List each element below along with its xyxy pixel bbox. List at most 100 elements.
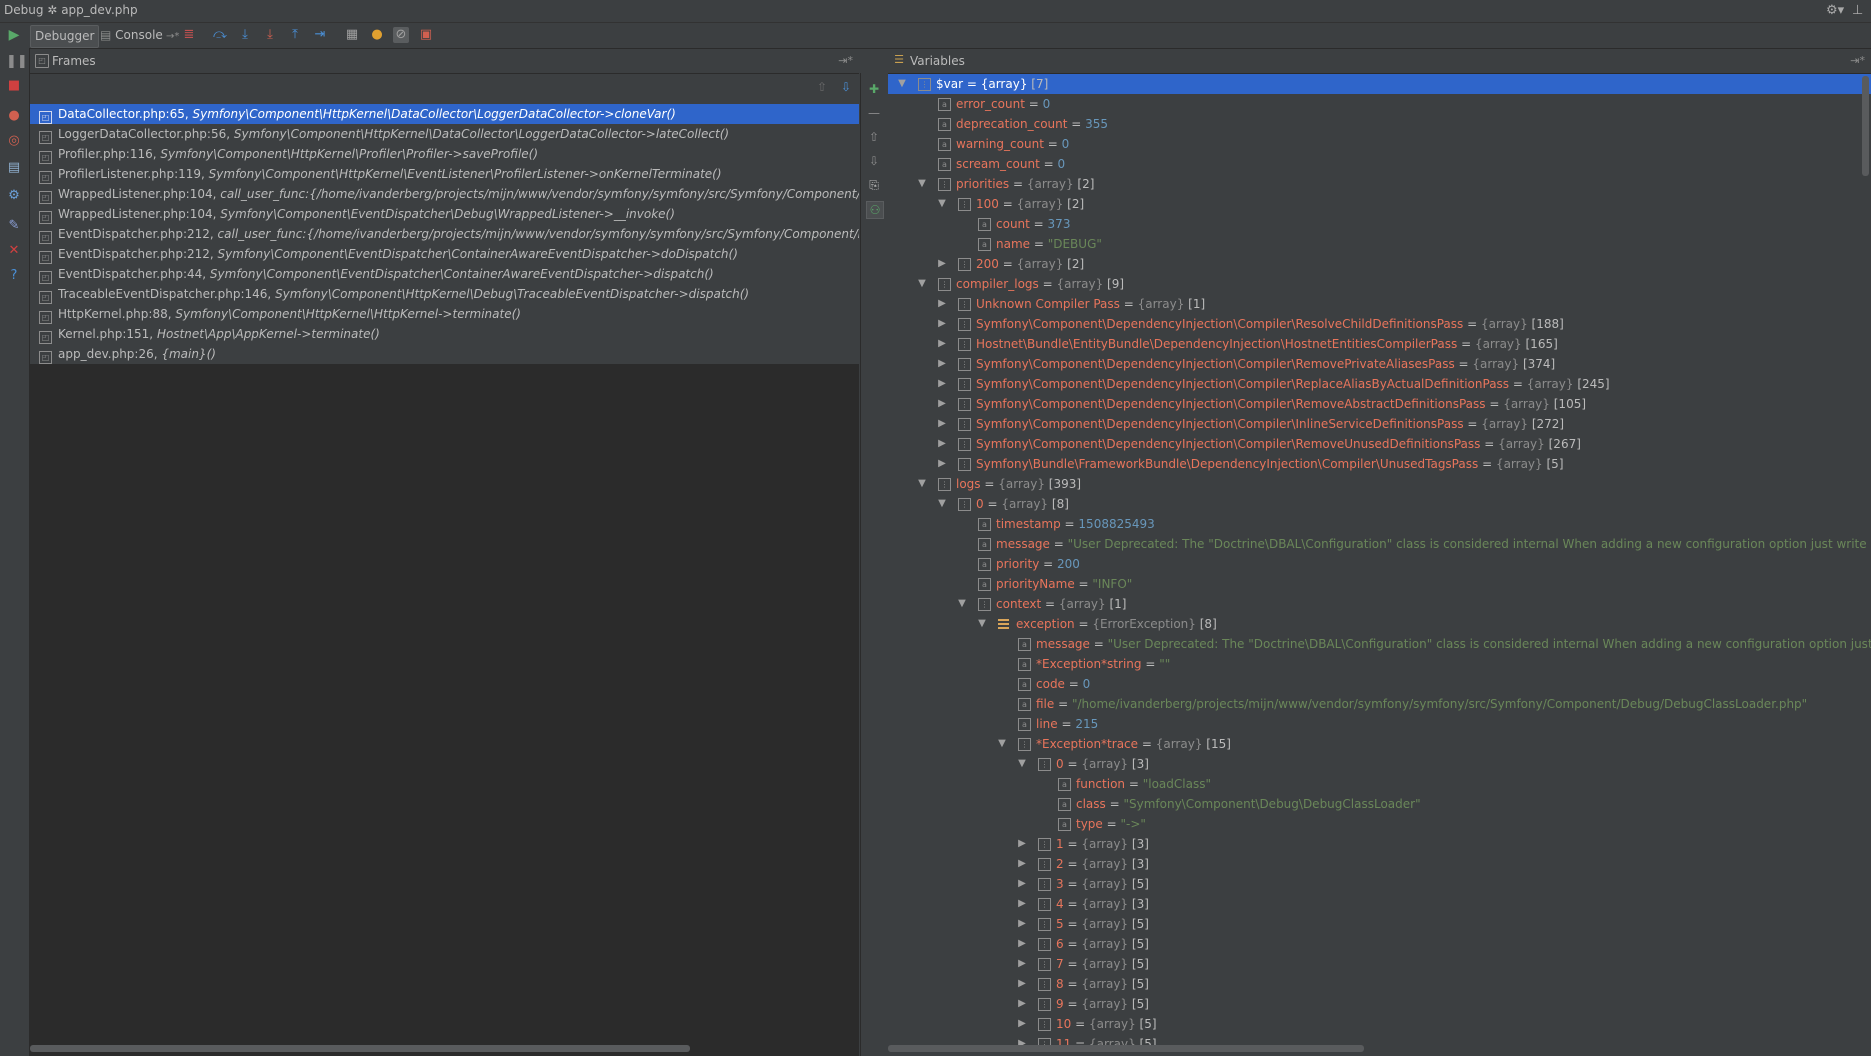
variable-row[interactable]: ▼ ⋮ logs = {array} [393] <box>888 474 1871 494</box>
variable-row[interactable]: ▼ ⋮ $var = {array} [7] <box>888 74 1871 94</box>
run-to-cursor-icon[interactable]: ⇥ <box>312 27 328 43</box>
frames-pin-icon[interactable]: ⇥* <box>838 54 853 67</box>
variable-row[interactable]: ▶ ⋮ Symfony\Component\DependencyInjection\… <box>888 414 1871 434</box>
frame-up-icon[interactable]: ⇧ <box>817 80 827 94</box>
variable-row[interactable]: ▼ ⋮ 100 = {array} [2] <box>888 194 1871 214</box>
variable-row[interactable]: ▶ ⋮ 200 = {array} [2] <box>888 254 1871 274</box>
variables-horizontal-scrollbar[interactable] <box>888 1045 1364 1052</box>
variable-row[interactable]: a deprecation_count = 355 <box>888 114 1871 134</box>
step-out-icon[interactable]: ⤒ <box>287 27 303 43</box>
variable-row[interactable]: ▶ ⋮ Symfony\Bundle\FrameworkBundle\Depende… <box>888 454 1871 474</box>
collapsed-arrow-icon[interactable]: ▶ <box>1016 854 1028 874</box>
frame-row[interactable]: ◰ DataCollector.php:65, Symfony\Component… <box>30 104 859 124</box>
collapsed-arrow-icon[interactable]: ▶ <box>1016 934 1028 954</box>
variable-row[interactable]: a name = "DEBUG" <box>888 234 1871 254</box>
restore-layout-icon[interactable]: ▣ <box>418 27 434 43</box>
watches-toggle-icon[interactable]: ⊘ <box>393 27 409 43</box>
frame-row[interactable]: ◰ WrappedListener.php:104, Symfony\Compon… <box>30 204 859 224</box>
collapsed-arrow-icon[interactable]: ▶ <box>1016 994 1028 1014</box>
variables-vertical-scrollbar[interactable] <box>1862 76 1869 176</box>
resume-icon[interactable]: ▶ <box>6 27 22 43</box>
variable-row[interactable]: ▶ ⋮ 7 = {array} [5] <box>888 954 1871 974</box>
collapsed-arrow-icon[interactable]: ▶ <box>936 434 948 454</box>
frame-row[interactable]: ◰ EventDispatcher.php:44, Symfony\Compone… <box>30 264 859 284</box>
variable-row[interactable]: ▶ ⋮ 3 = {array} [5] <box>888 874 1871 894</box>
frame-row[interactable]: ◰ HttpKernel.php:88, Symfony\Component\Ht… <box>30 304 859 324</box>
collapsed-arrow-icon[interactable]: ▶ <box>1016 874 1028 894</box>
variable-row[interactable]: a timestamp = 1508825493 <box>888 514 1871 534</box>
variable-row[interactable]: ▶ ⋮ 8 = {array} [5] <box>888 974 1871 994</box>
frame-row[interactable]: ◰ app_dev.php:26, {main}() <box>30 344 859 364</box>
collapsed-arrow-icon[interactable]: ▶ <box>936 254 948 274</box>
variable-row[interactable]: a function = "loadClass" <box>888 774 1871 794</box>
settings-icon[interactable]: ⚙ <box>6 188 22 204</box>
variable-row[interactable]: a count = 373 <box>888 214 1871 234</box>
variable-row[interactable]: ▶ ⋮ 9 = {array} [5] <box>888 994 1871 1014</box>
variable-row[interactable]: ▼ ⋮ context = {array} [1] <box>888 594 1871 614</box>
layout-icon[interactable]: ▤ <box>6 160 22 176</box>
collapsed-arrow-icon[interactable]: ▶ <box>936 294 948 314</box>
variable-row[interactable]: a code = 0 <box>888 674 1871 694</box>
expanded-arrow-icon[interactable]: ▼ <box>996 734 1008 754</box>
expanded-arrow-icon[interactable]: ▼ <box>956 594 968 614</box>
variable-row[interactable]: ▼ ⋮ 0 = {array} [3] <box>888 754 1871 774</box>
mute-breakpoints-icon[interactable]: ◎ <box>6 133 22 149</box>
variable-row[interactable]: a priority = 200 <box>888 554 1871 574</box>
collapsed-arrow-icon[interactable]: ▶ <box>1016 834 1028 854</box>
frame-row[interactable]: ◰ LoggerDataCollector.php:56, Symfony\Com… <box>30 124 859 144</box>
collapsed-arrow-icon[interactable]: ▶ <box>936 374 948 394</box>
new-watch-icon[interactable]: ✚ <box>866 81 882 97</box>
hide-panel-icon[interactable]: ⊥ <box>1852 3 1863 18</box>
collapsed-arrow-icon[interactable]: ▶ <box>936 314 948 334</box>
frame-row[interactable]: ◰ WrappedListener.php:104, call_user_func… <box>30 184 859 204</box>
collapsed-arrow-icon[interactable]: ▶ <box>936 454 948 474</box>
expanded-arrow-icon[interactable]: ▼ <box>976 614 988 634</box>
pause-icon[interactable]: ❚❚ <box>6 54 28 70</box>
settings-gear-icon[interactable]: ⚙▾ <box>1826 3 1844 18</box>
variable-row[interactable]: ▶ ⋮ 4 = {array} [3] <box>888 894 1871 914</box>
stop-debug-icon[interactable]: ■ <box>6 78 22 94</box>
frame-row[interactable]: ◰ Profiler.php:116, Symfony\Component\Htt… <box>30 144 859 164</box>
show-watches-icon[interactable]: ⚇ <box>866 201 884 219</box>
collapsed-arrow-icon[interactable]: ▶ <box>936 334 948 354</box>
variable-row[interactable]: ▼ exception = {ErrorException} [8] <box>888 614 1871 634</box>
expanded-arrow-icon[interactable]: ▼ <box>916 174 928 194</box>
tab-debugger[interactable]: Debugger <box>30 25 100 48</box>
frame-row[interactable]: ◰ ProfilerListener.php:119, Symfony\Compo… <box>30 164 859 184</box>
help-icon[interactable]: ? <box>6 268 22 284</box>
collapsed-arrow-icon[interactable]: ▶ <box>1016 914 1028 934</box>
variable-row[interactable]: a error_count = 0 <box>888 94 1871 114</box>
frame-row[interactable]: ◰ TraceableEventDispatcher.php:146, Symfo… <box>30 284 859 304</box>
variable-row[interactable]: a file = "/home/ivanderberg/projects/mijn… <box>888 694 1871 714</box>
variable-row[interactable]: ▶ ⋮ Unknown Compiler Pass = {array} [1] <box>888 294 1871 314</box>
view-breakpoints-icon[interactable]: ● <box>6 108 22 124</box>
frames-horizontal-scrollbar[interactable] <box>30 1045 690 1052</box>
expanded-arrow-icon[interactable]: ▼ <box>936 194 948 214</box>
frame-row[interactable]: ◰ EventDispatcher.php:212, call_user_func… <box>30 224 859 244</box>
frame-row[interactable]: ◰ EventDispatcher.php:212, Symfony\Compon… <box>30 244 859 264</box>
variable-row[interactable]: ▼ ⋮ priorities = {array} [2] <box>888 174 1871 194</box>
collapsed-arrow-icon[interactable]: ▶ <box>1016 954 1028 974</box>
variable-row[interactable]: a *Exception*string = "" <box>888 654 1871 674</box>
variable-row[interactable]: ▶ ⋮ Symfony\Component\DependencyInjection\… <box>888 374 1871 394</box>
stop-icon[interactable]: ● <box>369 27 385 43</box>
pin-tab-icon[interactable]: ✎ <box>6 218 22 234</box>
tab-console[interactable]: ▤ Console →* <box>96 25 183 46</box>
variable-row[interactable]: ▶ ⋮ Symfony\Component\DependencyInjection\… <box>888 314 1871 334</box>
collapsed-arrow-icon[interactable]: ▶ <box>1016 894 1028 914</box>
remove-watch-icon[interactable]: — <box>866 105 882 121</box>
variable-row[interactable]: ▶ ⋮ 5 = {array} [5] <box>888 914 1871 934</box>
step-over-icon[interactable]: ⤼ <box>212 27 228 43</box>
variable-row[interactable]: ▼ ⋮ compiler_logs = {array} [9] <box>888 274 1871 294</box>
expanded-arrow-icon[interactable]: ▼ <box>916 474 928 494</box>
variable-row[interactable]: ▶ ⋮ Symfony\Component\DependencyInjection\… <box>888 434 1871 454</box>
evaluate-expression-icon[interactable]: ▦ <box>344 27 360 43</box>
variable-row[interactable]: ▶ ⋮ 10 = {array} [5] <box>888 1014 1871 1034</box>
variables-pin-icon[interactable]: ⇥* <box>1850 54 1865 67</box>
variable-row[interactable]: ▶ ⋮ Symfony\Component\DependencyInjection\… <box>888 354 1871 374</box>
force-step-into-icon[interactable]: ⤓ <box>262 27 278 43</box>
copy-icon[interactable]: ⎘ <box>866 177 882 193</box>
variable-row[interactable]: ▶ ⋮ Symfony\Component\DependencyInjection\… <box>888 394 1871 414</box>
expanded-arrow-icon[interactable]: ▼ <box>936 494 948 514</box>
variable-row[interactable]: a priorityName = "INFO" <box>888 574 1871 594</box>
